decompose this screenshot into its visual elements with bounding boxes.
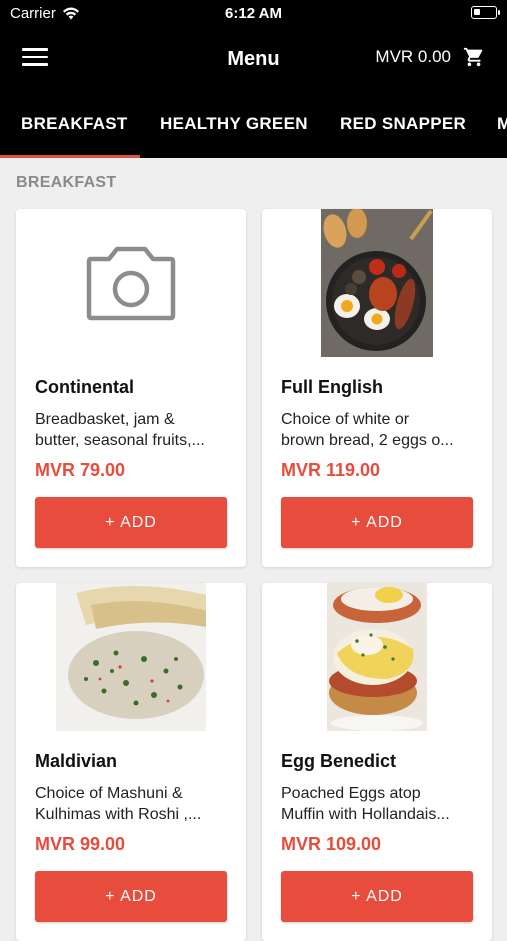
tab-next[interactable]: M (497, 92, 507, 158)
add-button[interactable]: + ADD (35, 497, 227, 548)
egg-benedict-photo (327, 583, 427, 731)
tab-healthy-green[interactable]: HEALTHY GREEN (160, 92, 308, 158)
item-image (16, 583, 246, 731)
cart-button[interactable]: MVR 0.00 (375, 46, 485, 68)
item-description-line: Poached Eggs atop (281, 785, 421, 802)
clock: 6:12 AM (225, 5, 282, 22)
tab-breakfast[interactable]: BREAKFAST (21, 92, 128, 158)
item-image (262, 209, 492, 357)
item-name: Maldivian (35, 751, 118, 771)
item-description-line: brown bread, 2 eggs o... (281, 432, 454, 449)
item-image (16, 209, 246, 357)
menu-item-card[interactable]: Full English Choice of white or brown br… (262, 209, 492, 567)
item-description: Poached Eggs atop Muffin with Hollandais… (281, 783, 477, 825)
camera-placeholder-icon (86, 246, 176, 321)
active-tab-indicator (0, 155, 140, 158)
maldivian-photo (56, 583, 206, 731)
item-description: Choice of white or brown bread, 2 eggs o… (281, 409, 477, 451)
menu-item-card[interactable]: Egg Benedict Poached Eggs atop Muffin wi… (262, 583, 492, 941)
status-bar: Carrier 6:12 AM (0, 0, 507, 28)
item-price: MVR 99.00 (35, 834, 126, 854)
section-title: BREAKFAST (16, 174, 117, 191)
tab-red-snapper[interactable]: RED SNAPPER (340, 92, 466, 158)
add-button[interactable]: + ADD (281, 871, 473, 922)
cart-total: MVR 0.00 (375, 47, 451, 66)
item-name: Egg Benedict (281, 751, 397, 771)
item-description-line: Muffin with Hollandais... (281, 806, 450, 823)
nav-bar: Menu MVR 0.00 (0, 28, 507, 92)
category-tabs: BREAKFAST HEALTHY GREEN RED SNAPPER M (0, 92, 507, 158)
item-image (262, 583, 492, 731)
item-description-line: Choice of Mashuni & (35, 785, 183, 802)
item-description: Choice of Mashuni & Kulhimas with Roshi … (35, 783, 231, 825)
item-name: Full English (281, 377, 383, 397)
shopping-cart-icon (463, 47, 483, 67)
item-price: MVR 109.00 (281, 834, 382, 854)
item-price: MVR 119.00 (281, 460, 381, 480)
item-price: MVR 79.00 (35, 460, 126, 480)
item-name: Continental (35, 377, 134, 397)
full-english-photo (321, 209, 433, 357)
menu-item-card[interactable]: Continental Breadbasket, jam & butter, s… (16, 209, 246, 567)
battery-icon (471, 6, 500, 19)
item-description-line: Choice of white or (281, 411, 410, 428)
add-button[interactable]: + ADD (281, 497, 473, 548)
item-description-line: Breadbasket, jam & (35, 411, 175, 428)
menu-item-card[interactable]: Maldivian Choice of Mashuni & Kulhimas w… (16, 583, 246, 941)
item-description-line: Kulhimas with Roshi ,... (35, 806, 202, 823)
add-button[interactable]: + ADD (35, 871, 227, 922)
item-description-line: butter, seasonal fruits,... (35, 432, 205, 449)
item-description: Breadbasket, jam & butter, seasonal frui… (35, 409, 231, 451)
